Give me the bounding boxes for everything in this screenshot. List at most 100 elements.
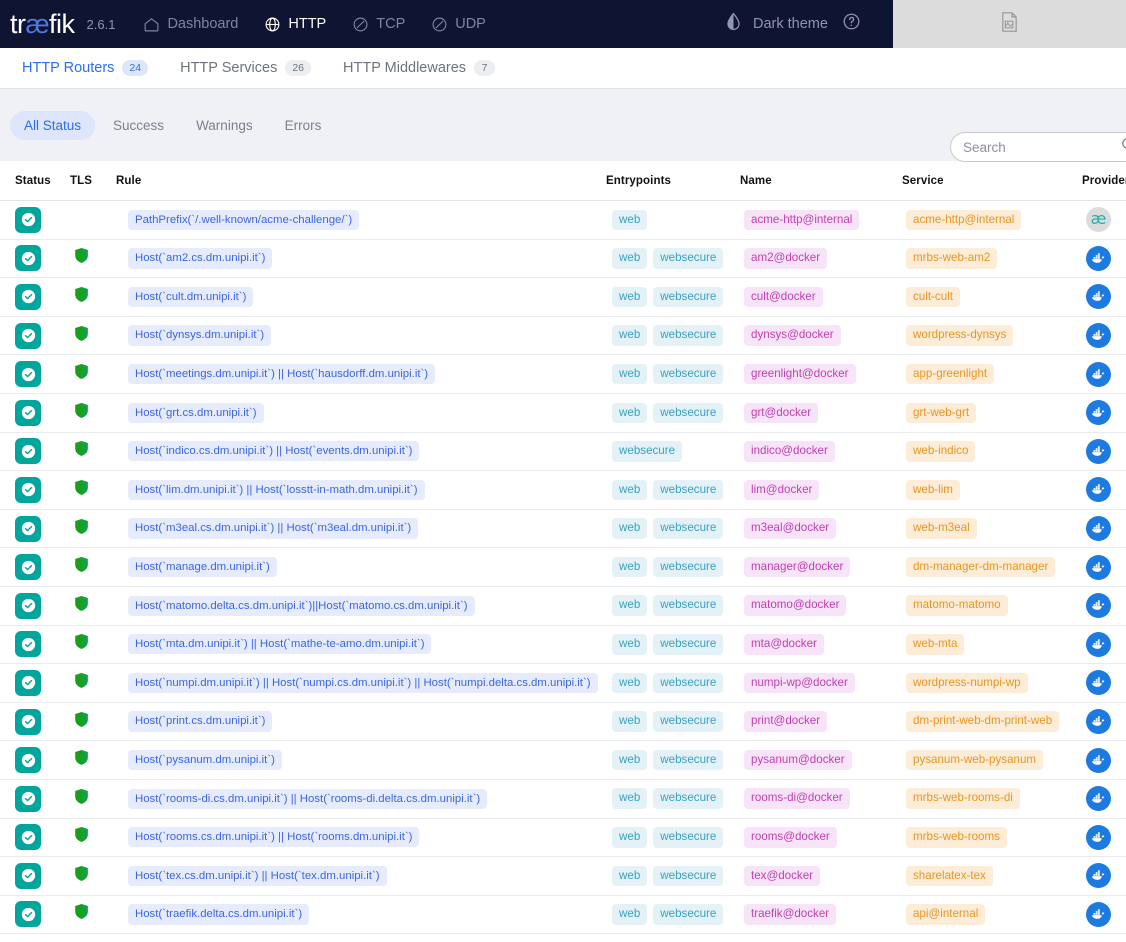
tab-http-routers[interactable]: HTTP Routers 24	[6, 48, 164, 88]
search-box[interactable]	[950, 132, 1126, 162]
rule-chip[interactable]: Host(`numpi.dm.unipi.it`) || Host(`numpi…	[128, 672, 598, 694]
router-name-chip[interactable]: tex@docker	[744, 865, 821, 887]
table-row[interactable]: Host(`numpi.dm.unipi.it`) || Host(`numpi…	[0, 664, 1126, 703]
service-chip[interactable]: api@internal	[906, 904, 986, 925]
nav-item-udp[interactable]: UDP	[431, 16, 486, 33]
service-chip[interactable]: dm-manager-dm-manager	[906, 556, 1056, 578]
rule-chip[interactable]: PathPrefix(`/.well-known/acme-challenge/…	[128, 209, 360, 230]
rule-chip[interactable]: Host(`meetings.dm.unipi.it`) || Host(`ha…	[128, 364, 436, 385]
table-row[interactable]: PathPrefix(`/.well-known/acme-challenge/…	[0, 201, 1126, 240]
search-icon[interactable]	[1120, 136, 1126, 158]
rule-chip[interactable]: Host(`matomo.delta.cs.dm.unipi.it`)||Hos…	[128, 595, 475, 616]
table-row[interactable]: Host(`rooms-di.cs.dm.unipi.it`) || Host(…	[0, 779, 1126, 818]
rule-chip[interactable]: Host(`pysanum.dm.unipi.it`)	[128, 749, 282, 771]
rule-chip[interactable]: Host(`rooms-di.cs.dm.unipi.it`) || Host(…	[128, 788, 488, 809]
router-name-chip[interactable]: rooms@docker	[744, 827, 837, 848]
version-label: 2.6.1	[86, 16, 116, 32]
router-name-chip[interactable]: greenlight@docker	[744, 363, 856, 385]
table-row[interactable]: Host(`lim.dm.unipi.it`) || Host(`losstt-…	[0, 471, 1126, 510]
router-name-chip[interactable]: lim@docker	[744, 479, 820, 501]
service-chip[interactable]: mrbs-web-rooms-di	[906, 788, 1020, 809]
service-chip[interactable]: web-indico	[906, 441, 976, 462]
service-chip[interactable]: web-lim	[906, 479, 960, 501]
table-row[interactable]: Host(`tex.cs.dm.unipi.it`) || Host(`tex.…	[0, 857, 1126, 896]
nav-item-dashboard[interactable]: Dashboard	[143, 16, 238, 33]
rule-chip[interactable]: Host(`dynsys.dm.unipi.it`)	[128, 325, 272, 346]
provider-cell	[1082, 664, 1126, 703]
rule-chip[interactable]: Host(`m3eal.cs.dm.unipi.it`) || Host(`m3…	[128, 518, 419, 539]
table-row[interactable]: Host(`dynsys.dm.unipi.it`) web websecure dy…	[0, 316, 1126, 355]
router-name-chip[interactable]: acme-http@internal	[744, 209, 860, 231]
rule-chip[interactable]: Host(`lim.dm.unipi.it`) || Host(`losstt-…	[128, 479, 425, 501]
provider-docker-icon	[1086, 901, 1111, 927]
router-name-chip[interactable]: am2@docker	[744, 248, 828, 269]
service-chip[interactable]: sharelatex-tex	[906, 865, 993, 887]
provider-cell	[1082, 355, 1126, 394]
traefik-logo[interactable]: træfik	[10, 10, 75, 38]
table-row[interactable]: Host(`matomo.delta.cs.dm.unipi.it`)||Hos…	[0, 586, 1126, 626]
table-row[interactable]: Host(`m3eal.cs.dm.unipi.it`) || Host(`m3…	[0, 509, 1126, 548]
nav-item-tcp[interactable]: TCP	[352, 16, 405, 33]
rule-chip[interactable]: Host(`manage.dm.unipi.it`)	[128, 557, 277, 578]
router-name-chip[interactable]: rooms-di@docker	[744, 788, 850, 809]
table-row[interactable]: Host(`am2.cs.dm.unipi.it`) web websecure am…	[0, 239, 1126, 278]
table-row[interactable]: Host(`indico.cs.dm.unipi.it`) || Host(`e…	[0, 432, 1126, 471]
dark-theme-toggle[interactable]: Dark theme	[724, 12, 828, 36]
rule-chip[interactable]: Host(`rooms.cs.dm.unipi.it`) || Host(`ro…	[128, 827, 420, 848]
table-row[interactable]: Host(`traefik.delta.cs.dm.unipi.it`) web w…	[0, 895, 1126, 934]
service-chip[interactable]: matomo-matomo	[906, 595, 1008, 616]
router-name-chip[interactable]: print@docker	[744, 711, 828, 732]
router-name-chip[interactable]: pysanum@docker	[744, 749, 852, 771]
provider-docker-icon	[1086, 323, 1111, 349]
name-cell: manager@docker	[740, 548, 902, 587]
table-row[interactable]: Host(`cult.dm.unipi.it`) web websecure cult…	[0, 278, 1126, 317]
service-chip[interactable]: web-m3eal	[906, 518, 977, 539]
service-chip[interactable]: mrbs-web-am2	[906, 248, 998, 269]
service-chip[interactable]: mrbs-web-rooms	[906, 827, 1007, 848]
table-row[interactable]: Host(`grt.cs.dm.unipi.it`) web websecure gr…	[0, 393, 1126, 433]
service-chip[interactable]: cult-cult	[906, 286, 960, 308]
filter-errors[interactable]: Errors	[271, 111, 336, 140]
rule-chip[interactable]: Host(`mta.dm.unipi.it`) || Host(`mathe-t…	[128, 634, 432, 655]
table-row[interactable]: Host(`rooms.cs.dm.unipi.it`) || Host(`ro…	[0, 818, 1126, 857]
rule-chip[interactable]: Host(`traefik.delta.cs.dm.unipi.it`)	[128, 904, 310, 925]
filter-all-status[interactable]: All Status	[10, 110, 96, 140]
search-input[interactable]	[963, 139, 1103, 155]
service-chip[interactable]: web-mta	[906, 634, 965, 655]
table-row[interactable]: Host(`pysanum.dm.unipi.it`) web websecure p…	[0, 741, 1126, 780]
router-name-chip[interactable]: dynsys@docker	[744, 325, 841, 346]
service-chip[interactable]: acme-http@internal	[906, 209, 1022, 231]
router-name-chip[interactable]: indico@docker	[744, 441, 835, 462]
table-row[interactable]: Host(`meetings.dm.unipi.it`) || Host(`ha…	[0, 355, 1126, 394]
router-name-chip[interactable]: manager@docker	[744, 556, 851, 578]
router-name-chip[interactable]: mta@docker	[744, 634, 824, 655]
table-row[interactable]: Host(`print.cs.dm.unipi.it`) web websecure…	[0, 702, 1126, 741]
rule-chip[interactable]: Host(`tex.cs.dm.unipi.it`) || Host(`tex.…	[128, 865, 387, 887]
table-row[interactable]: Host(`manage.dm.unipi.it`) web websecure ma…	[0, 548, 1126, 587]
rule-chip[interactable]: Host(`am2.cs.dm.unipi.it`)	[128, 248, 273, 269]
router-name-chip[interactable]: m3eal@docker	[744, 518, 837, 539]
router-name-chip[interactable]: numpi-wp@docker	[744, 672, 855, 694]
question-circle-icon[interactable]	[842, 12, 861, 36]
service-chip[interactable]: app-greenlight	[906, 363, 995, 385]
filter-success[interactable]: Success	[99, 111, 178, 140]
filter-warnings[interactable]: Warnings	[182, 111, 267, 140]
router-name-chip[interactable]: cult@docker	[744, 286, 823, 308]
rule-chip[interactable]: Host(`print.cs.dm.unipi.it`)	[128, 711, 273, 732]
nav-item-http[interactable]: HTTP	[264, 16, 326, 33]
service-cell: dm-print-web-dm-print-web	[902, 702, 1082, 741]
service-chip[interactable]: pysanum-web-pysanum	[906, 749, 1044, 771]
rule-chip[interactable]: Host(`indico.cs.dm.unipi.it`) || Host(`e…	[128, 441, 420, 462]
router-name-chip[interactable]: traefik@docker	[744, 904, 837, 925]
tab-http-services[interactable]: HTTP Services 26	[164, 48, 327, 88]
router-name-chip[interactable]: matomo@docker	[744, 595, 847, 616]
service-chip[interactable]: wordpress-dynsys	[906, 325, 1014, 346]
service-chip[interactable]: dm-print-web-dm-print-web	[906, 711, 1060, 732]
table-row[interactable]: Host(`mta.dm.unipi.it`) || Host(`mathe-t…	[0, 625, 1126, 664]
service-chip[interactable]: wordpress-numpi-wp	[906, 672, 1028, 694]
service-chip[interactable]: grt-web-grt	[906, 402, 977, 423]
tab-http-middlewares[interactable]: HTTP Middlewares 7	[327, 48, 511, 88]
rule-chip[interactable]: Host(`grt.cs.dm.unipi.it`)	[128, 402, 264, 423]
router-name-chip[interactable]: grt@docker	[744, 402, 819, 423]
rule-chip[interactable]: Host(`cult.dm.unipi.it`)	[128, 286, 254, 308]
